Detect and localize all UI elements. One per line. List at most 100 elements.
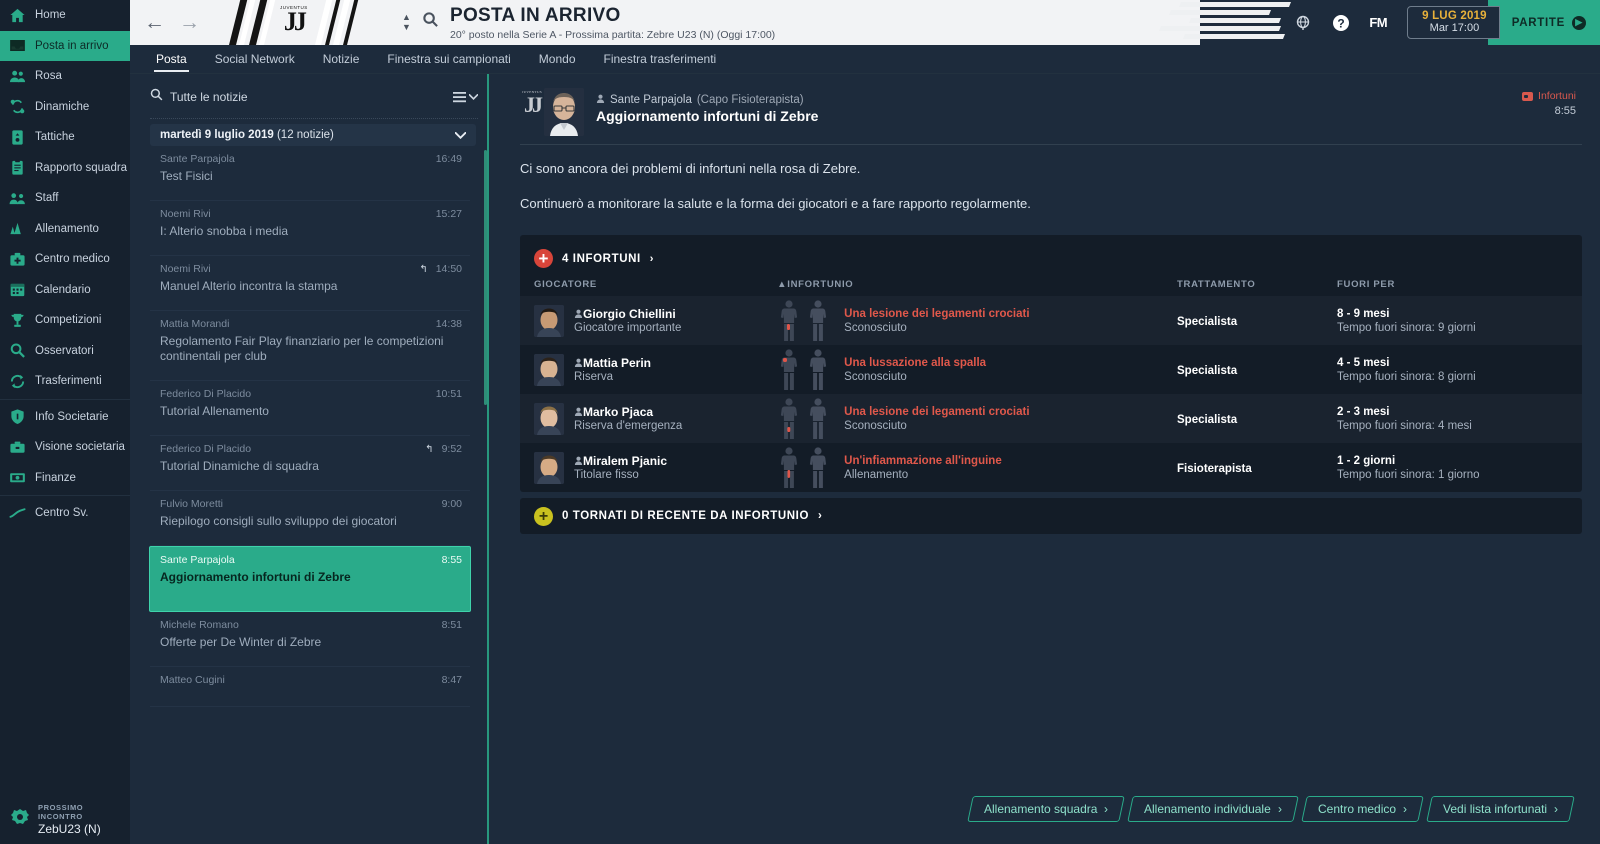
tab-notizie[interactable]: Notizie bbox=[309, 45, 374, 74]
game-date-box[interactable]: 9 LUG 2019 Mar 17:00 bbox=[1407, 6, 1500, 39]
panel-divider bbox=[487, 74, 489, 844]
out-for-cell: 2 - 3 mesi Tempo fuori sinora: 4 mesi bbox=[1337, 394, 1582, 443]
injuries-panel-header[interactable]: 4 INFORTUNI › bbox=[520, 243, 1582, 276]
sidebar-item-info-societarie[interactable]: Info Societarie bbox=[0, 402, 130, 433]
player-avatar bbox=[534, 304, 564, 337]
news-item[interactable]: Michele Romano 8:51 Offerte per De Winte… bbox=[150, 612, 470, 667]
header-right-cluster: ? FM 9 LUG 2019 Mar 17:00 PARTITE ▶ bbox=[1158, 0, 1600, 45]
application-window: Home Posta in arrivo Rosa Dinamiche Tattiche… bbox=[0, 0, 1600, 844]
sidebar-item-visione-societaria[interactable]: Visione societaria bbox=[0, 432, 130, 463]
player-name[interactable]: Giorgio Chiellini bbox=[574, 307, 681, 321]
status-badge: Infortuni bbox=[1522, 90, 1576, 102]
tab-finestra-sui-campionati[interactable]: Finestra sui campionati bbox=[373, 45, 524, 74]
continue-button[interactable]: PARTITE ▶ bbox=[1487, 0, 1600, 45]
news-date-group-header[interactable]: martedì 9 luglio 2019 (12 notizie) bbox=[150, 124, 476, 146]
column-header-out-for[interactable]: FUORI PER bbox=[1337, 276, 1582, 296]
news-item[interactable]: Federico Di Placido 10:51 Tutorial Allen… bbox=[150, 381, 470, 436]
search-icon[interactable] bbox=[422, 11, 439, 33]
out-for-value: 4 - 5 mesi bbox=[1337, 356, 1390, 369]
action-button-allenamento-squadra[interactable]: Allenamento squadra › bbox=[966, 796, 1125, 822]
player-cell[interactable]: Mattia Perin Riserva bbox=[520, 345, 777, 394]
chevron-down-icon bbox=[455, 131, 466, 139]
sidebar-item-posta-in-arrivo[interactable]: Posta in arrivo bbox=[0, 30, 130, 61]
sidebar-item-rapporto-squadra[interactable]: Rapporto squadra bbox=[0, 153, 130, 184]
sidebar-item-trasferimenti[interactable]: Trasferimenti bbox=[0, 366, 130, 397]
returned-count-label: 0 TORNATI DI RECENTE DA INFORTUNIO bbox=[562, 510, 809, 522]
player-role: Riserva bbox=[574, 371, 613, 383]
sidebar-item-tattiche[interactable]: Tattiche bbox=[0, 122, 130, 153]
inbox-icon bbox=[9, 37, 26, 54]
news-item-selected[interactable]: Sante Parpajola 8:55 Aggiornamento infor… bbox=[149, 546, 471, 612]
sidebar-item-home[interactable]: Home bbox=[0, 0, 130, 31]
table-row[interactable]: Miralem Pjanic Titolare fisso Un'infiamm… bbox=[520, 443, 1582, 492]
news-item[interactable]: Federico Di Placido ↰ 9:52 Tutorial Dinam… bbox=[150, 436, 470, 491]
player-name[interactable]: Miralem Pjanic bbox=[574, 454, 667, 468]
sidebar-item-osservatori[interactable]: Osservatori bbox=[0, 336, 130, 367]
chevron-right-icon: › bbox=[1554, 802, 1558, 816]
table-row[interactable]: Giorgio Chiellini Giocatore importante U… bbox=[520, 296, 1582, 345]
tab-finestra-trasferimenti[interactable]: Finestra trasferimenti bbox=[590, 45, 731, 74]
news-item-sender: Michele Romano bbox=[160, 619, 239, 631]
list-filter-icon[interactable] bbox=[453, 91, 478, 103]
sidebar-item-rosa[interactable]: Rosa bbox=[0, 61, 130, 92]
news-search-row[interactable]: Tutte le notizie bbox=[130, 82, 490, 112]
page-stepper[interactable]: ▲ ▼ bbox=[402, 12, 411, 32]
tab-posta[interactable]: Posta bbox=[142, 45, 201, 74]
column-header-injury[interactable]: ▲INFORTUNIO bbox=[777, 276, 1177, 296]
news-item-sender: Noemi Rivi bbox=[160, 263, 211, 275]
returned-from-injury-panel[interactable]: 0 TORNATI DI RECENTE DA INFORTUNIO › bbox=[520, 498, 1582, 534]
scout-magnifier-icon bbox=[9, 342, 26, 359]
mail-time: 8:55 bbox=[1554, 105, 1576, 117]
injuries-table: GIOCATORE ▲INFORTUNIO TRATTAMENTO FUORI … bbox=[520, 276, 1582, 492]
sidebar-item-competizioni[interactable]: Competizioni bbox=[0, 305, 130, 336]
action-button-vedi-lista-infortunati[interactable]: Vedi lista infortunati › bbox=[1426, 796, 1575, 822]
sidebar-item-label: Posta in arrivo bbox=[35, 39, 109, 52]
body-diagram-icon bbox=[777, 348, 830, 392]
player-name[interactable]: Marko Pjaca bbox=[574, 405, 682, 419]
news-item[interactable]: Noemi Rivi ↰ 14:50 Manuel Alterio incontr… bbox=[150, 256, 470, 311]
news-item[interactable]: Noemi Rivi 15:27 I: Alterio snobba i med… bbox=[150, 201, 470, 256]
action-button-allenamento-individuale[interactable]: Allenamento individuale › bbox=[1127, 796, 1299, 822]
tab-social-network[interactable]: Social Network bbox=[201, 45, 309, 74]
sidebar-item-label: Trasferimenti bbox=[35, 375, 102, 388]
sidebar-item-centro-medico[interactable]: Centro medico bbox=[0, 244, 130, 275]
chevron-right-icon: › bbox=[1104, 802, 1109, 816]
mail-tag-label: Infortuni bbox=[1538, 90, 1576, 102]
news-item[interactable]: Mattia Morandi 14:38 Regolamento Fair Pl… bbox=[150, 311, 470, 381]
sidebar-item-centro-sv[interactable]: Centro Sv. bbox=[0, 498, 130, 529]
mail-sender[interactable]: Sante Parpajola bbox=[610, 94, 692, 106]
news-item[interactable]: Fulvio Moretti 9:00 Riepilogo consigli s… bbox=[150, 491, 470, 546]
tab-mondo[interactable]: Mondo bbox=[525, 45, 590, 74]
news-item-time: 14:38 bbox=[435, 318, 462, 330]
sidebar-item-label: Centro medico bbox=[35, 253, 110, 266]
back-arrow-icon[interactable]: ← bbox=[144, 12, 165, 33]
news-item-sender: Mattia Morandi bbox=[160, 318, 230, 330]
sidebar-item-finanze[interactable]: Finanze bbox=[0, 463, 130, 494]
player-cell[interactable]: Miralem Pjanic Titolare fisso bbox=[520, 443, 777, 492]
sidebar-item-dinamiche[interactable]: Dinamiche bbox=[0, 92, 130, 123]
column-header-player[interactable]: GIOCATORE bbox=[520, 276, 777, 296]
player-cell[interactable]: Marko Pjaca Riserva d'emergenza bbox=[520, 394, 777, 443]
forward-arrow-icon[interactable]: → bbox=[179, 12, 200, 33]
player-cell[interactable]: Giorgio Chiellini Giocatore importante bbox=[520, 296, 777, 345]
table-row[interactable]: Mattia Perin Riserva Una lussazione alla… bbox=[520, 345, 1582, 394]
game-date: 9 LUG 2019 bbox=[1422, 10, 1487, 22]
next-match-icon bbox=[10, 807, 30, 832]
out-so-far-value: Tempo fuori sinora: 1 giorno bbox=[1337, 468, 1480, 481]
sidebar-item-allenamento[interactable]: Allenamento bbox=[0, 214, 130, 245]
table-row[interactable]: Marko Pjaca Riserva d'emergenza Una lesi… bbox=[520, 394, 1582, 443]
sidebar-divider bbox=[0, 398, 130, 400]
action-button-centro-medico[interactable]: Centro medico › bbox=[1301, 796, 1424, 822]
sidebar-item-label: Allenamento bbox=[35, 222, 99, 235]
chevron-right-icon: › bbox=[649, 252, 654, 265]
player-name[interactable]: Mattia Perin bbox=[574, 356, 651, 370]
divider bbox=[150, 118, 478, 119]
sidebar-item-calendario[interactable]: Calendario bbox=[0, 275, 130, 306]
next-match-widget[interactable]: PROSSIMO INCONTRO ZebU23 (N) bbox=[0, 803, 130, 836]
news-item[interactable]: Matteo Cugini 8:47 bbox=[150, 667, 470, 707]
treatment-value: Fisioterapista bbox=[1177, 462, 1252, 475]
transfers-icon bbox=[9, 373, 26, 390]
news-item[interactable]: Sante Parpajola 16:49 Test Fisici bbox=[150, 146, 470, 201]
sidebar-item-staff[interactable]: Staff bbox=[0, 183, 130, 214]
column-header-treatment[interactable]: TRATTAMENTO bbox=[1177, 276, 1337, 296]
